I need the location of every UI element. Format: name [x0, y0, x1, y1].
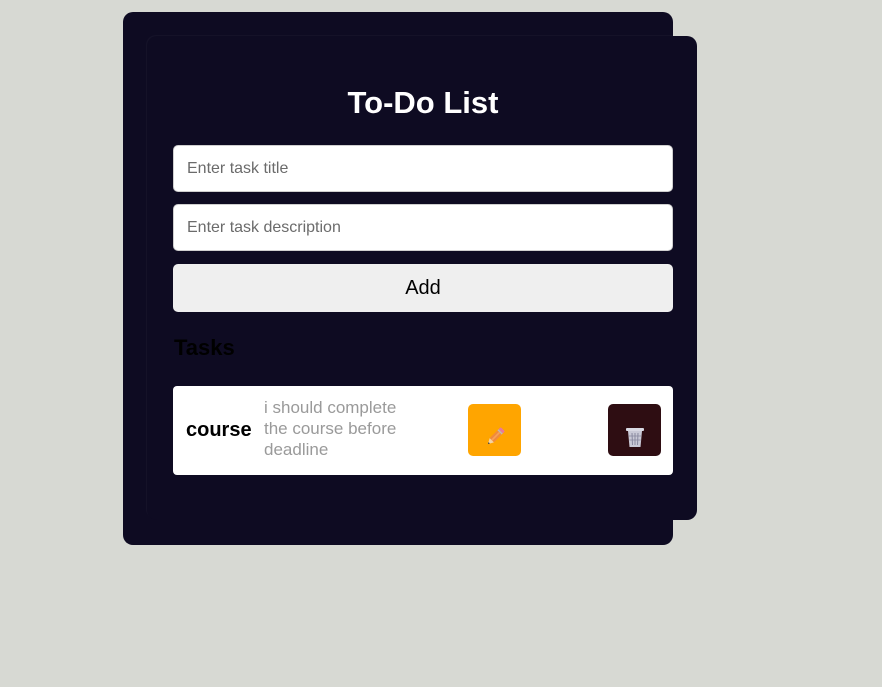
tasks-heading: Tasks — [174, 335, 235, 360]
task-title-input[interactable] — [173, 145, 673, 192]
add-button[interactable]: Add — [173, 264, 673, 312]
delete-task-button[interactable] — [608, 404, 661, 456]
trash-icon — [623, 425, 647, 449]
pencil-icon — [483, 425, 507, 449]
task-description-input[interactable] — [173, 204, 673, 251]
page-title: To-Do List — [347, 85, 499, 120]
edit-task-button[interactable] — [468, 404, 521, 456]
task-title: course — [186, 419, 252, 441]
task-description: i should complete the course before dead… — [264, 398, 397, 459]
task-item: course i should complete the course befo… — [173, 386, 673, 475]
